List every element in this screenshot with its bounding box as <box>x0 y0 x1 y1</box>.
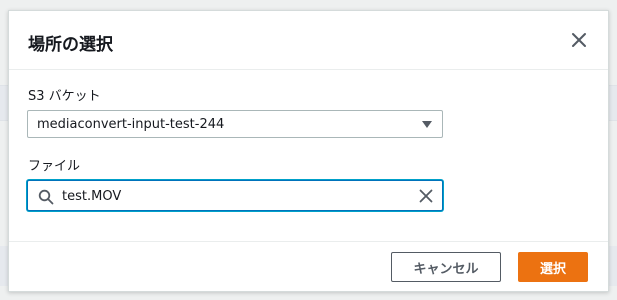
file-search-input[interactable] <box>62 185 402 207</box>
modal-body: S3 バケット mediaconvert-input-test-244 ファイル <box>9 71 608 241</box>
modal-title: 場所の選択 <box>28 35 113 55</box>
clear-icon[interactable] <box>418 188 434 204</box>
bucket-label: S3 バケット <box>28 89 101 104</box>
file-label: ファイル <box>28 159 81 174</box>
caret-down-icon <box>422 121 432 128</box>
close-icon <box>572 33 586 47</box>
file-search-box <box>27 180 443 211</box>
select-button[interactable]: 選択 <box>518 252 588 282</box>
modal-header: 場所の選択 <box>9 11 608 70</box>
cancel-button[interactable]: キャンセル <box>391 252 501 282</box>
select-location-modal: 場所の選択 S3 バケット mediaconvert-input-test-24… <box>8 10 609 292</box>
modal-footer: キャンセル 選択 <box>9 241 608 293</box>
bucket-select-value: mediaconvert-input-test-244 <box>37 117 225 132</box>
close-button[interactable] <box>568 29 590 51</box>
bucket-select[interactable]: mediaconvert-input-test-244 <box>27 110 443 138</box>
search-icon <box>38 189 54 205</box>
